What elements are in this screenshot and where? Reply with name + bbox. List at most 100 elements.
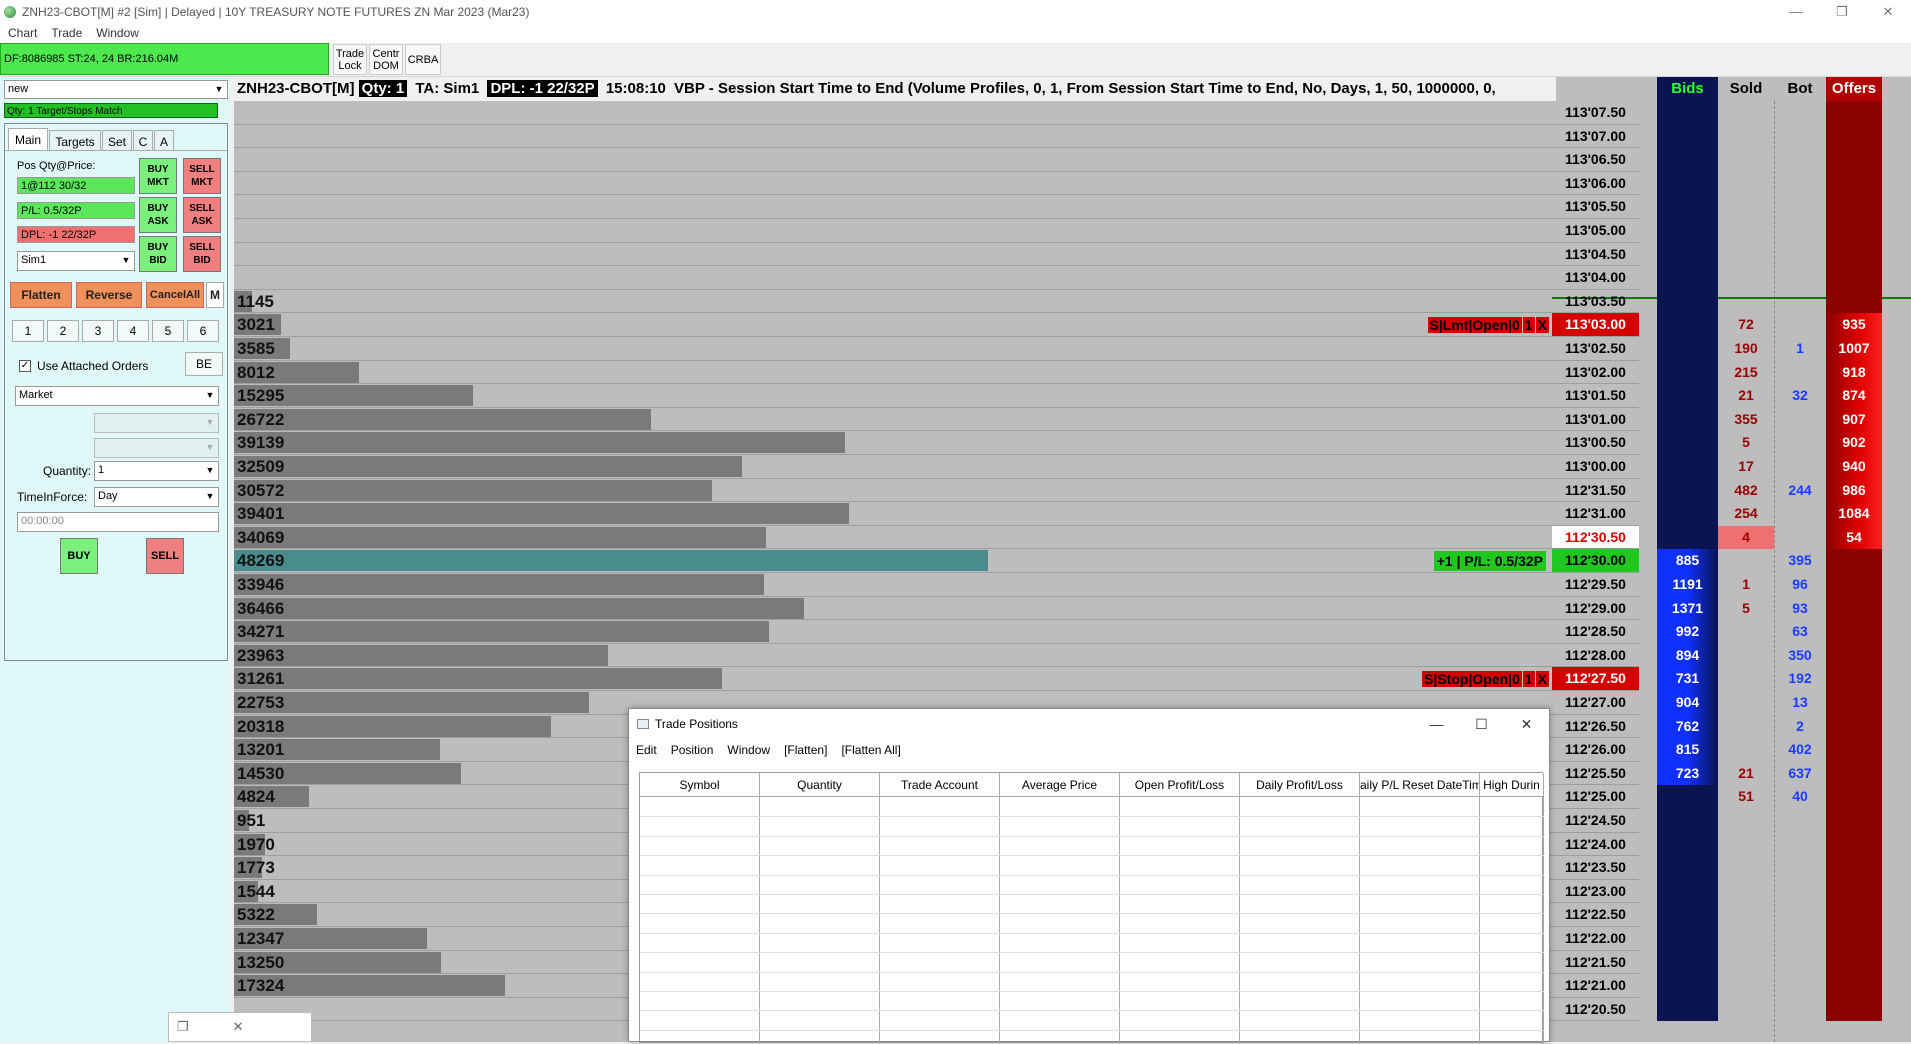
- offer-cell[interactable]: 986: [1826, 478, 1882, 503]
- bid-cell[interactable]: [1657, 148, 1718, 172]
- close-button[interactable]: ✕: [1865, 0, 1911, 23]
- price-cell[interactable]: 113'01.00: [1552, 408, 1639, 432]
- price-cell[interactable]: 112'24.50: [1552, 809, 1639, 833]
- price-cell[interactable]: 112'27.50: [1552, 667, 1639, 691]
- offer-cell[interactable]: [1826, 242, 1882, 267]
- use-attached-checkbox[interactable]: ✓: [19, 360, 31, 372]
- menu-window[interactable]: Window: [96, 26, 139, 40]
- column-header[interactable]: Quantity: [760, 773, 880, 797]
- offer-cell[interactable]: [1826, 573, 1882, 597]
- price-cell[interactable]: 113'05.50: [1552, 195, 1639, 219]
- bid-cell[interactable]: [1657, 242, 1718, 267]
- offer-cell[interactable]: [1826, 667, 1882, 691]
- time-field[interactable]: 00:00:00: [17, 512, 219, 532]
- price-cell[interactable]: 112'23.50: [1552, 856, 1639, 880]
- offer-cell[interactable]: 907: [1826, 407, 1882, 432]
- price-cell[interactable]: 112'31.50: [1552, 479, 1639, 503]
- menu-trade[interactable]: Trade: [51, 26, 82, 40]
- offer-cell[interactable]: [1826, 148, 1882, 172]
- offer-cell[interactable]: [1826, 643, 1882, 668]
- column-header[interactable]: Daily Profit/Loss: [1240, 773, 1360, 797]
- offer-cell[interactable]: [1826, 171, 1882, 196]
- column-header[interactable]: Trade Account: [880, 773, 1000, 797]
- bid-cell[interactable]: [1657, 809, 1718, 833]
- column-header[interactable]: aily P/L Reset DateTim: [1360, 773, 1480, 797]
- offer-cell[interactable]: 54: [1826, 525, 1882, 550]
- offer-cell[interactable]: [1826, 219, 1882, 243]
- positions-grid[interactable]: Symbol Quantity Trade Account Average Price…: [639, 772, 1544, 1044]
- column-header[interactable]: Average Price: [1000, 773, 1120, 797]
- offer-cell[interactable]: [1826, 195, 1882, 219]
- tp-menu-window[interactable]: Window: [727, 743, 770, 757]
- offer-cell[interactable]: [1826, 714, 1882, 739]
- offer-cell[interactable]: [1826, 809, 1882, 833]
- offer-cell[interactable]: [1826, 856, 1882, 880]
- tab-set[interactable]: Set: [102, 130, 132, 150]
- bid-cell[interactable]: [1657, 903, 1718, 927]
- bid-cell[interactable]: [1657, 266, 1718, 290]
- price-cell[interactable]: 113'00.00: [1552, 455, 1639, 479]
- bid-cell[interactable]: [1657, 950, 1718, 975]
- buy-market-button[interactable]: BUY MKT: [139, 158, 177, 194]
- sell-ask-button[interactable]: SELL ASK: [183, 197, 221, 233]
- tp-menu-flatten-all[interactable]: [Flatten All]: [841, 743, 900, 757]
- tp-menu-flatten[interactable]: [Flatten]: [784, 743, 827, 757]
- offer-cell[interactable]: [1826, 927, 1882, 951]
- price-cell[interactable]: 112'26.50: [1552, 715, 1639, 739]
- tab-targets[interactable]: Targets: [49, 130, 101, 150]
- bid-cell[interactable]: [1657, 927, 1718, 951]
- bid-cell[interactable]: 894: [1657, 643, 1718, 668]
- price-cell[interactable]: 112'28.50: [1552, 620, 1639, 644]
- bid-cell[interactable]: 885: [1657, 549, 1718, 573]
- bid-cell[interactable]: [1657, 525, 1718, 550]
- offer-cell[interactable]: 1007: [1826, 337, 1882, 361]
- stop-order-tag-part[interactable]: X: [1535, 671, 1549, 688]
- price-cell[interactable]: 113'06.50: [1552, 148, 1639, 172]
- column-header[interactable]: Symbol: [640, 773, 760, 797]
- offer-cell[interactable]: [1826, 101, 1882, 125]
- price-cell[interactable]: 113'00.50: [1552, 431, 1639, 455]
- offer-cell[interactable]: 1084: [1826, 502, 1882, 526]
- price-cell[interactable]: 112'23.00: [1552, 880, 1639, 904]
- bid-cell[interactable]: [1657, 455, 1718, 479]
- offer-cell[interactable]: [1826, 974, 1882, 998]
- bid-cell[interactable]: [1657, 832, 1718, 857]
- bid-cell[interactable]: [1657, 124, 1718, 149]
- price-cell[interactable]: 113'04.00: [1552, 266, 1639, 290]
- tp-menu-position[interactable]: Position: [671, 743, 714, 757]
- price-cell[interactable]: 112'21.00: [1552, 974, 1639, 998]
- price-cell[interactable]: 113'03.00: [1552, 313, 1639, 337]
- limit-order-tag-part[interactable]: X: [1535, 317, 1549, 334]
- price-cell[interactable]: 113'02.50: [1552, 337, 1639, 361]
- offer-cell[interactable]: [1826, 549, 1882, 573]
- flatten-button[interactable]: Flatten: [10, 282, 72, 308]
- price-cell[interactable]: 113'02.00: [1552, 361, 1639, 385]
- price-cell[interactable]: 112'22.00: [1552, 927, 1639, 951]
- offer-cell[interactable]: [1826, 738, 1882, 762]
- qty-preset-4[interactable]: 4: [117, 320, 149, 342]
- offer-cell[interactable]: 935: [1826, 313, 1882, 337]
- tab-a[interactable]: A: [154, 130, 174, 150]
- price-cell[interactable]: 112'28.00: [1552, 644, 1639, 668]
- trade-lock-button[interactable]: Trade Lock: [333, 44, 367, 75]
- bid-cell[interactable]: [1657, 879, 1718, 904]
- offer-cell[interactable]: 940: [1826, 455, 1882, 479]
- bid-cell[interactable]: 762: [1657, 714, 1718, 739]
- sell-button[interactable]: SELL: [146, 538, 184, 574]
- m-button[interactable]: M: [206, 282, 224, 308]
- bid-cell[interactable]: [1657, 101, 1718, 125]
- bid-cell[interactable]: [1657, 313, 1718, 337]
- bid-cell[interactable]: [1657, 360, 1718, 385]
- offer-cell[interactable]: 874: [1826, 384, 1882, 408]
- bid-cell[interactable]: [1657, 431, 1718, 455]
- bid-cell[interactable]: 992: [1657, 620, 1718, 644]
- bid-cell[interactable]: [1657, 195, 1718, 219]
- column-header[interactable]: High Durin: [1480, 773, 1544, 797]
- be-button[interactable]: BE: [185, 352, 223, 376]
- bid-cell[interactable]: 1371: [1657, 596, 1718, 621]
- offer-cell[interactable]: [1826, 289, 1882, 314]
- bid-cell[interactable]: [1657, 289, 1718, 314]
- price-cell[interactable]: 113'04.50: [1552, 243, 1639, 267]
- bid-cell[interactable]: [1657, 502, 1718, 526]
- sell-market-button[interactable]: SELL MKT: [183, 158, 221, 194]
